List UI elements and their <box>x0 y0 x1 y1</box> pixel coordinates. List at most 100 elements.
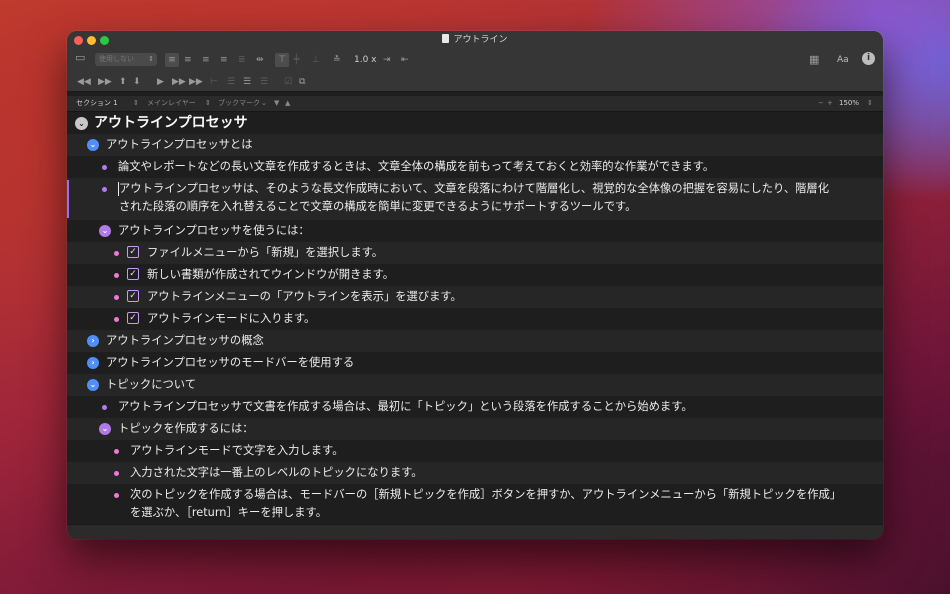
topic-text[interactable]: ファイルメニューから「新規」を選択します。 <box>147 244 383 262</box>
align-center-icon[interactable]: ≡ <box>184 53 192 67</box>
window-title-text: アウトライン <box>453 35 508 45</box>
outline-row[interactable]: 次のトピックを作成する場合は、モードバーの［新規トピックを作成］ボタンを押すか、… <box>67 484 883 525</box>
topic-text[interactable]: アウトラインプロセッサとは <box>106 136 253 154</box>
layer-chevron-icon[interactable]: ⇕ <box>205 96 211 111</box>
disclosure-expanded-icon[interactable]: ⌄ <box>99 225 111 237</box>
topic-text[interactable]: アウトラインプロセッサ <box>94 114 248 132</box>
align-left-icon[interactable]: ≡ <box>165 53 179 67</box>
topic-text-line1[interactable]: アウトラインプロセッサは、そのような長文作成時において、文章を段落にわけて階層化… <box>119 180 829 198</box>
topic-text[interactable]: アウトラインモードに入ります。 <box>147 310 315 328</box>
checkbox-checked-icon[interactable]: ✓ <box>127 312 139 324</box>
bookmark-selector[interactable]: ブックマーク <box>218 96 260 111</box>
expand-all-icon[interactable]: ▶▶ <box>189 75 203 89</box>
bullet-icon <box>102 187 107 192</box>
topic-text[interactable]: トピックについて <box>106 376 196 394</box>
outline-row-focused[interactable]: アウトラインプロセッサは、そのような長文作成時において、文章を段落にわけて階層化… <box>67 178 883 220</box>
horizontal-scrollbar[interactable] <box>67 524 883 539</box>
disclosure-expanded-icon[interactable]: ⌄ <box>99 423 111 435</box>
outline-row[interactable]: アウトラインモードで文字を入力します。 <box>67 440 883 462</box>
valign-middle-icon[interactable]: ╪ <box>294 53 299 67</box>
checkbox-toggle-icon[interactable]: ☑ <box>284 75 292 89</box>
sidebar-toggle-icon[interactable]: ▭ <box>75 51 85 65</box>
align-right-icon[interactable]: ≡ <box>202 53 210 67</box>
bookmark-next-icon[interactable]: ▲ <box>285 96 290 111</box>
disclosure-expanded-icon[interactable]: ⌄ <box>87 139 99 151</box>
window-title: アウトライン <box>67 33 883 47</box>
bookmark-prev-icon[interactable]: ▼ <box>274 96 279 111</box>
numbered-list-icon[interactable]: ☰ <box>227 75 235 89</box>
checkbox-checked-icon[interactable]: ✓ <box>127 290 139 302</box>
topic-text[interactable]: アウトラインモードで文字を入力します。 <box>130 442 344 460</box>
collapse-icon[interactable]: ▶ <box>157 75 164 89</box>
bullet-list-icon[interactable]: ☰ <box>243 75 251 89</box>
topic-text[interactable]: 入力された文字は一番上のレベルのトピックになります。 <box>130 464 423 482</box>
outline-row[interactable]: ✓ アウトラインモードに入ります。 <box>67 308 883 330</box>
bullet-icon <box>102 165 107 170</box>
zoom-level[interactable]: 150% <box>839 96 859 111</box>
bullet-icon <box>114 317 119 322</box>
move-up-icon[interactable]: ⬆ <box>119 75 127 89</box>
layer-selector[interactable]: メインレイヤー <box>147 96 196 111</box>
outline-row[interactable]: ⌄ アウトラインプロセッサを使うには： <box>67 220 883 242</box>
move-right-icon[interactable]: ▶▶ <box>98 75 112 89</box>
paragraph-style-select[interactable]: 使用しない ⇕ <box>95 53 157 66</box>
move-left-icon[interactable]: ◀◀ <box>77 75 91 89</box>
valign-top-icon[interactable]: ⊤ <box>275 53 289 67</box>
topic-text[interactable]: アウトラインプロセッサを使うには： <box>118 222 310 240</box>
outline-view[interactable]: ⌄ アウトラインプロセッサ ⌄ アウトラインプロセッサとは 論文やレポートなどの… <box>67 112 883 525</box>
titlebar: アウトライン ▭ 使用しない ⇕ ≡ ≡ ≡ ≡ ≣ ⇹ ⊤ ╪ ⊥ ≛ 1.0… <box>67 31 883 92</box>
indent-icon[interactable]: ⇥ <box>383 53 391 67</box>
disclosure-collapsed-icon[interactable]: › <box>87 357 99 369</box>
outdent-icon[interactable]: ⇤ <box>401 53 409 67</box>
topic-text[interactable]: アウトラインプロセッサで文書を作成する場合は、最初に「トピック」という段落を作成… <box>118 398 693 416</box>
table-icon[interactable]: ▦ <box>809 53 819 67</box>
expand-one-icon[interactable]: ▶▶ <box>172 75 186 89</box>
list-style-icon[interactable]: ≣ <box>238 53 246 67</box>
zoom-chevron-icon[interactable]: ⇕ <box>867 96 873 111</box>
outline-row[interactable]: アウトラインプロセッサで文書を作成する場合は、最初に「トピック」という段落を作成… <box>67 396 883 418</box>
outline-row[interactable]: ✓ ファイルメニューから「新規」を選択します。 <box>67 242 883 264</box>
checkbox-checked-icon[interactable]: ✓ <box>127 246 139 258</box>
line-spacing-value[interactable]: 1.0 x <box>354 53 377 67</box>
move-down-icon[interactable]: ⬇ <box>133 75 141 89</box>
bookmark-chevron-icon[interactable]: ⌄ <box>261 96 267 111</box>
bullet-icon <box>114 295 119 300</box>
character-spacing-icon[interactable]: ⇹ <box>256 53 264 67</box>
disclosure-expanded-icon[interactable]: ⌄ <box>75 117 88 130</box>
font-panel-button[interactable]: Aa <box>837 53 849 67</box>
line-spacing-icon[interactable]: ≛ <box>333 53 341 67</box>
topic-text-line1[interactable]: 次のトピックを作成する場合は、モードバーの［新規トピックを作成］ボタンを押すか、… <box>130 486 841 504</box>
outline-row[interactable]: 入力された文字は一番上のレベルのトピックになります。 <box>67 462 883 484</box>
topic-text[interactable]: 論文やレポートなどの長い文章を作成するときは、文章全体の構成を前もって考えておく… <box>118 158 714 176</box>
outline-row[interactable]: › アウトラインプロセッサの概念 <box>67 330 883 352</box>
topic-text[interactable]: 新しい書類が作成されてウインドウが開きます。 <box>147 266 394 284</box>
topic-text-line2[interactable]: を選ぶか、［return］キーを押します。 <box>130 504 327 522</box>
checklist-icon[interactable]: ☰ <box>260 75 268 89</box>
zoom-out-button[interactable]: − <box>818 96 824 111</box>
outline-row[interactable]: ⌄ アウトラインプロセッサ <box>67 112 883 134</box>
zoom-in-button[interactable]: + <box>827 96 833 111</box>
disclosure-collapsed-icon[interactable]: › <box>87 335 99 347</box>
new-topic-icon[interactable]: ⧉ <box>299 75 305 89</box>
topic-text-line2[interactable]: された段落の順序を入れ替えることで文章の構成を簡単に変更できるようにサポートする… <box>119 198 636 216</box>
topic-text[interactable]: アウトラインプロセッサのモードバーを使用する <box>106 354 354 372</box>
demote-icon[interactable]: ⊢ <box>210 75 218 89</box>
outline-row[interactable]: ⌄ トピックについて <box>67 374 883 396</box>
outline-row[interactable]: ⌄ アウトラインプロセッサとは <box>67 134 883 156</box>
bullet-icon <box>114 273 119 278</box>
outline-row[interactable]: ✓ 新しい書類が作成されてウインドウが開きます。 <box>67 264 883 286</box>
outline-row[interactable]: ⌄ トピックを作成するには： <box>67 418 883 440</box>
checkbox-checked-icon[interactable]: ✓ <box>127 268 139 280</box>
outline-row[interactable]: ✓ アウトラインメニューの「アウトラインを表示」を選びます。 <box>67 286 883 308</box>
disclosure-expanded-icon[interactable]: ⌄ <box>87 379 99 391</box>
topic-text[interactable]: アウトラインプロセッサの概念 <box>106 332 264 350</box>
outline-row[interactable]: › アウトラインプロセッサのモードバーを使用する <box>67 352 883 374</box>
align-justify-icon[interactable]: ≡ <box>220 53 228 67</box>
valign-bottom-icon[interactable]: ⊥ <box>312 53 320 67</box>
section-chevron-icon[interactable]: ⇕ <box>133 96 139 111</box>
info-button[interactable]: i <box>862 52 875 65</box>
topic-text[interactable]: トピックを作成するには： <box>118 420 254 438</box>
outline-row[interactable]: 論文やレポートなどの長い文章を作成するときは、文章全体の構成を前もって考えておく… <box>67 156 883 178</box>
topic-text[interactable]: アウトラインメニューの「アウトラインを表示」を選びます。 <box>147 288 462 306</box>
section-selector[interactable]: セクション 1 <box>76 96 118 111</box>
